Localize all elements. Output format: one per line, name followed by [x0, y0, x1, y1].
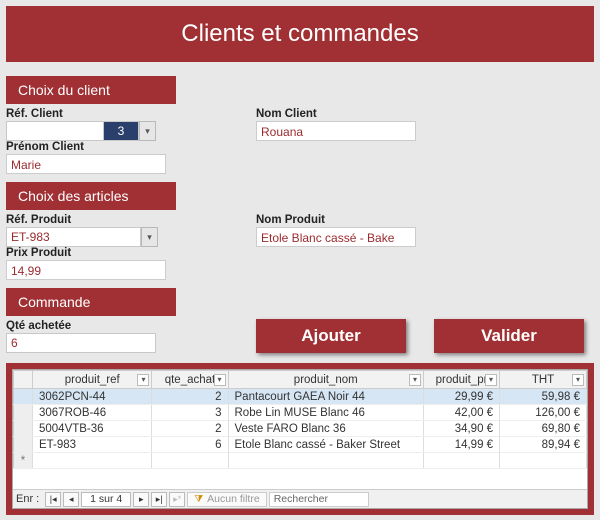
search-box[interactable]: Rechercher [269, 492, 369, 507]
cell-tht[interactable]: 69,80 € [500, 421, 587, 437]
row-selector-header[interactable] [14, 371, 33, 389]
new-record-marker: * [14, 453, 33, 469]
valider-button[interactable]: Valider [434, 319, 584, 353]
subform-container: produit_ref▾ qte_achat▾ produit_nom▾ pro… [6, 363, 594, 515]
table-row[interactable]: ET-9836Etole Blanc cassé - Baker Street1… [14, 437, 587, 453]
ref-produit-dropdown[interactable]: ▾ [141, 227, 158, 247]
cell-prix[interactable]: 29,99 € [424, 389, 500, 405]
label-ref-produit: Réf. Produit [6, 214, 176, 226]
nav-new-button[interactable]: ▸* [169, 492, 185, 507]
cell-nom[interactable]: Etole Blanc cassé - Baker Street [228, 437, 424, 453]
cell-prix[interactable]: 42,00 € [424, 405, 500, 421]
nav-label: Enr : [16, 493, 39, 505]
ref-produit-input[interactable]: ET-983 [6, 227, 141, 247]
cell-ref[interactable]: 3067ROB-46 [32, 405, 151, 421]
cell-ref[interactable]: ET-983 [32, 437, 151, 453]
qte-input[interactable]: 6 [6, 333, 156, 353]
col-tht[interactable]: THT▾ [500, 371, 587, 389]
cell-qte[interactable]: 3 [152, 405, 228, 421]
cell-prix[interactable]: 14,99 € [424, 437, 500, 453]
chevron-down-icon[interactable]: ▾ [572, 374, 584, 386]
nav-position[interactable]: 1 sur 4 [81, 492, 131, 507]
cell-prix[interactable]: 34,90 € [424, 421, 500, 437]
prix-produit-field[interactable]: 14,99 [6, 260, 166, 280]
cell-ref[interactable]: 3062PCN-44 [32, 389, 151, 405]
label-prix-produit: Prix Produit [6, 247, 181, 259]
row-selector[interactable] [14, 437, 33, 453]
nav-first-button[interactable]: |◂ [45, 492, 61, 507]
row-selector[interactable] [14, 421, 33, 437]
table-row[interactable]: 3062PCN-442Pantacourt GAEA Noir 4429,99 … [14, 389, 587, 405]
section-articles: Choix des articles [6, 182, 176, 210]
table-row[interactable]: 3067ROB-463Robe Lin MUSE Blanc 4642,00 €… [14, 405, 587, 421]
cell-tht[interactable]: 89,94 € [500, 437, 587, 453]
cell-tht[interactable]: 59,98 € [500, 389, 587, 405]
page-title: Clients et commandes [6, 6, 594, 62]
col-qte-achat[interactable]: qte_achat▾ [152, 371, 228, 389]
ajouter-button[interactable]: Ajouter [256, 319, 406, 353]
col-produit-ref[interactable]: produit_ref▾ [32, 371, 151, 389]
label-nom-client: Nom Client [256, 108, 431, 120]
section-commande: Commande [6, 288, 176, 316]
chevron-down-icon: ▾ [145, 126, 150, 137]
label-nom-produit: Nom Produit [256, 214, 431, 226]
row-selector[interactable] [14, 389, 33, 405]
new-record-row[interactable]: * [14, 453, 587, 469]
nom-produit-field[interactable]: Etole Blanc cassé - Bake [256, 227, 416, 247]
datasheet-grid[interactable]: produit_ref▾ qte_achat▾ produit_nom▾ pro… [12, 369, 588, 509]
cell-qte[interactable]: 2 [152, 389, 228, 405]
cell-ref[interactable]: 5004VTB-36 [32, 421, 151, 437]
nav-prev-button[interactable]: ◂ [63, 492, 79, 507]
row-selector[interactable] [14, 405, 33, 421]
chevron-down-icon[interactable]: ▾ [137, 374, 149, 386]
chevron-down-icon: ▾ [147, 232, 152, 243]
label-prenom-client: Prénom Client [6, 141, 181, 153]
chevron-down-icon[interactable]: ▾ [214, 374, 226, 386]
label-ref-client: Réf. Client [6, 108, 176, 120]
nom-client-field[interactable]: Rouana [256, 121, 416, 141]
cell-nom[interactable]: Robe Lin MUSE Blanc 46 [228, 405, 424, 421]
ref-client-dropdown[interactable]: ▾ [139, 121, 156, 141]
filter-icon: ⧩ [194, 493, 203, 506]
label-qte: Qté achetée [6, 320, 176, 332]
col-produit-pr[interactable]: produit_pr▾ [424, 371, 500, 389]
table-row[interactable]: 5004VTB-362Veste FARO Blanc 3634,90 €69,… [14, 421, 587, 437]
cell-qte[interactable]: 2 [152, 421, 228, 437]
ref-client-input[interactable]: 3 [103, 121, 139, 141]
nav-last-button[interactable]: ▸| [151, 492, 167, 507]
cell-tht[interactable]: 126,00 € [500, 405, 587, 421]
cell-qte[interactable]: 6 [152, 437, 228, 453]
prenom-client-field[interactable]: Marie [6, 154, 166, 174]
nav-next-button[interactable]: ▸ [133, 492, 149, 507]
filter-indicator[interactable]: ⧩ Aucun filtre [187, 492, 266, 507]
cell-nom[interactable]: Pantacourt GAEA Noir 44 [228, 389, 424, 405]
chevron-down-icon[interactable]: ▾ [485, 374, 497, 386]
section-client: Choix du client [6, 76, 176, 104]
col-produit-nom[interactable]: produit_nom▾ [228, 371, 424, 389]
cell-nom[interactable]: Veste FARO Blanc 36 [228, 421, 424, 437]
chevron-down-icon[interactable]: ▾ [409, 374, 421, 386]
